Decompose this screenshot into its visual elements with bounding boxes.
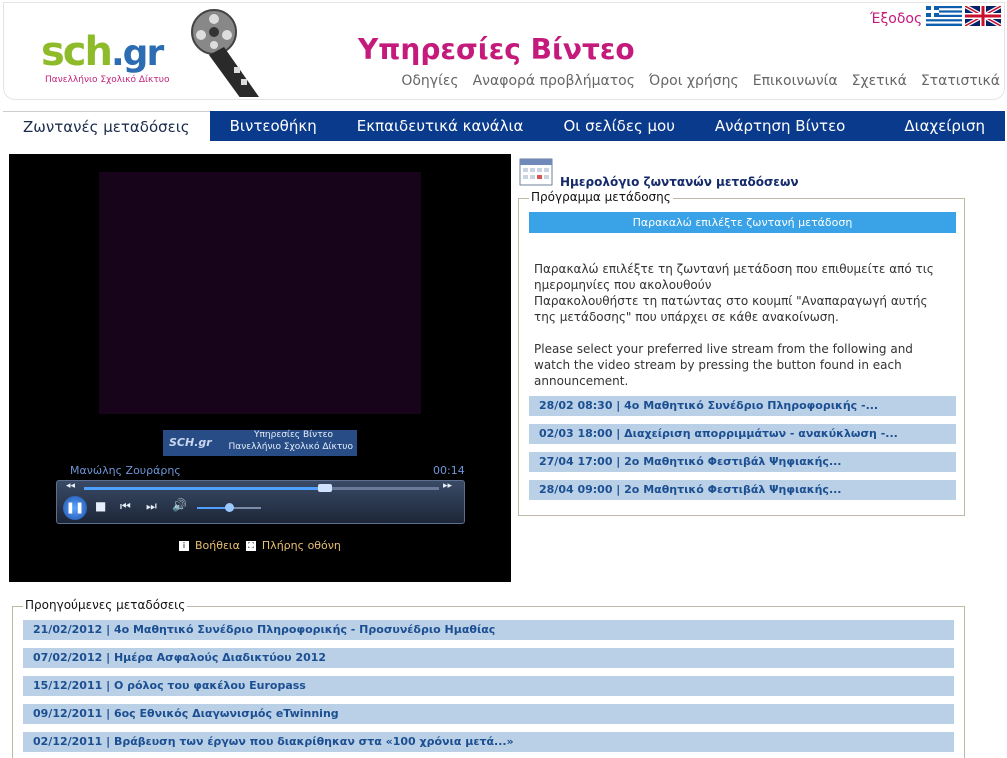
tabs-spacer [865,111,884,141]
info-icon: i [179,540,189,551]
previous-icon[interactable]: ⏮ [120,499,131,514]
watermark-line2: Πανελλήνιο Σχολικό Δίκτυο [228,442,353,452]
schedule-info: Παρακαλώ επιλέξτε τη ζωντανή μετάδοση πο… [534,261,944,389]
seek-bar[interactable] [84,484,439,492]
video-author: Μανώλης Ζουράρης [70,464,181,477]
schedule-fieldset: Πρόγραμμα μετάδοσης Παρακαλώ επιλέξτε ζω… [518,190,965,516]
greek-flag-icon[interactable] [926,6,962,26]
info-gr-2: Παρακολουθήστε τη πατώντας στο κουμπί "Α… [534,294,928,324]
info-en: Please select your preferred live stream… [534,342,913,388]
tab-admin[interactable]: Διαχείριση [884,111,1005,141]
link-instructions[interactable]: Οδηγίες [401,73,458,89]
calendar-title[interactable]: Ημερολόγιο ζωντανών μεταδόσεων [560,175,799,189]
tab-educational-channels[interactable]: Εκπαιδευτικά κανάλια [337,111,544,141]
player-controls: ◂◂ ▸▸ ❚❚ ■ ⏮ ⏭ 🔊 [56,480,465,524]
uk-flag-icon[interactable] [965,6,1001,26]
logo-sch: sch [41,29,113,75]
rewind-icon[interactable]: ◂◂ [66,481,75,491]
fullscreen-icon: ⛶ [245,540,256,551]
link-about[interactable]: Σχετικά [852,73,907,89]
link-contact[interactable]: Επικοινωνία [753,73,838,89]
player-help-row: i Βοήθεια ⛶ Πλήρης οθόνη [179,539,341,552]
film-reel-icon [191,9,259,97]
link-report-problem[interactable]: Αναφορά προβλήματος [473,73,635,89]
logo-subtitle: Πανελλήνιο Σχολικό Δίκτυο [45,75,170,85]
previous-broadcast-item[interactable]: 09/12/2011 | 6ος Εθνικός Διαγωνισμός eTw… [23,704,954,724]
tab-video-library[interactable]: Βιντεοθήκη [210,111,337,141]
link-terms[interactable]: Όροι χρήσης [649,73,739,89]
fast-forward-icon[interactable]: ▸▸ [443,481,452,491]
calendar-icon [519,158,553,186]
previous-broadcast-item[interactable]: 15/12/2011 | Ο ρόλος του φακέλου Europas… [23,676,954,696]
video-time: 00:14 [433,464,465,477]
main-nav-tabs: Ζωντανές μεταδόσεις Βιντεοθήκη Εκπαιδευτ… [3,111,1005,141]
volume-handle[interactable] [225,503,234,512]
next-icon[interactable]: ⏭ [146,499,157,514]
top-links: Οδηγίες Αναφορά προβλήματος Όροι χρήσης … [401,73,1000,89]
stop-icon[interactable]: ■ [95,499,106,513]
exit-link[interactable]: Έξοδος [870,11,922,27]
site-title: Υπηρεσίες Βίντεο [358,33,635,66]
sch-logo[interactable]: sch.gr Πανελλήνιο Σχολικό Δίκτυο [39,9,269,103]
pause-button[interactable]: ❚❚ [63,496,87,520]
live-stream-item[interactable]: 02/03 18:00 | Διαχείριση απορριμμάτων - … [529,424,956,444]
help-link[interactable]: Βοήθεια [195,539,240,552]
previous-legend: Προηγούμενες μεταδόσεις [23,598,188,612]
schedule-legend: Πρόγραμμα μετάδοσης [529,190,673,204]
live-stream-item[interactable]: 28/04 09:00 | 2ο Μαθητικό Φεστιβάλ Ψηφια… [529,480,956,500]
watermark-logo: SCH.gr [169,436,212,449]
live-stream-item[interactable]: 27/04 17:00 | 2ο Μαθητικό Φεστιβάλ Ψηφια… [529,452,956,472]
previous-broadcast-item[interactable]: 07/02/2012 | Ημέρα Ασφαλούς Διαδικτύου 2… [23,648,954,668]
video-screen[interactable] [99,172,421,414]
previous-broadcasts-fieldset: Προηγούμενες μεταδόσεις 21/02/2012 | 4ο … [12,598,965,758]
volume-slider[interactable] [197,503,261,512]
select-prompt-bar: Παρακαλώ επιλέξτε ζωντανή μετάδοση [529,212,956,233]
live-stream-item[interactable]: 28/02 08:30 | 4ο Μαθητικό Συνέδριο Πληρο… [529,396,956,416]
volume-icon[interactable]: 🔊 [172,498,187,512]
tab-my-pages[interactable]: Οι σελίδες μου [543,111,694,141]
seek-handle[interactable] [318,484,333,492]
site-header: sch.gr Πανελλήνιο Σχολικό Δίκτυο Υπηρεσί… [3,2,1005,100]
tab-upload-video[interactable]: Ανάρτηση Βίντεο [695,111,865,141]
video-player[interactable]: SCH.gr Υπηρεσίες Βίντεο Πανελλήνιο Σχολι… [9,154,511,582]
watermark-line1: Υπηρεσίες Βίντεο [254,430,333,440]
logo-text: sch.gr [41,29,164,75]
info-gr-1: Παρακαλώ επιλέξτε τη ζωντανή μετάδοση πο… [534,262,934,292]
seek-progress [84,487,326,490]
fullscreen-link[interactable]: Πλήρης οθόνη [262,539,341,552]
tab-live[interactable]: Ζωντανές μεταδόσεις [3,111,210,141]
previous-broadcast-item[interactable]: 21/02/2012 | 4ο Μαθητικό Συνέδριο Πληροφ… [23,620,954,640]
link-statistics[interactable]: Στατιστικά [921,73,1000,89]
logo-gr: .gr [111,33,164,74]
previous-broadcast-item[interactable]: 02/12/2011 | Βράβευση των έργων που διακ… [23,732,954,752]
player-watermark: SCH.gr Υπηρεσίες Βίντεο Πανελλήνιο Σχολι… [163,430,357,456]
